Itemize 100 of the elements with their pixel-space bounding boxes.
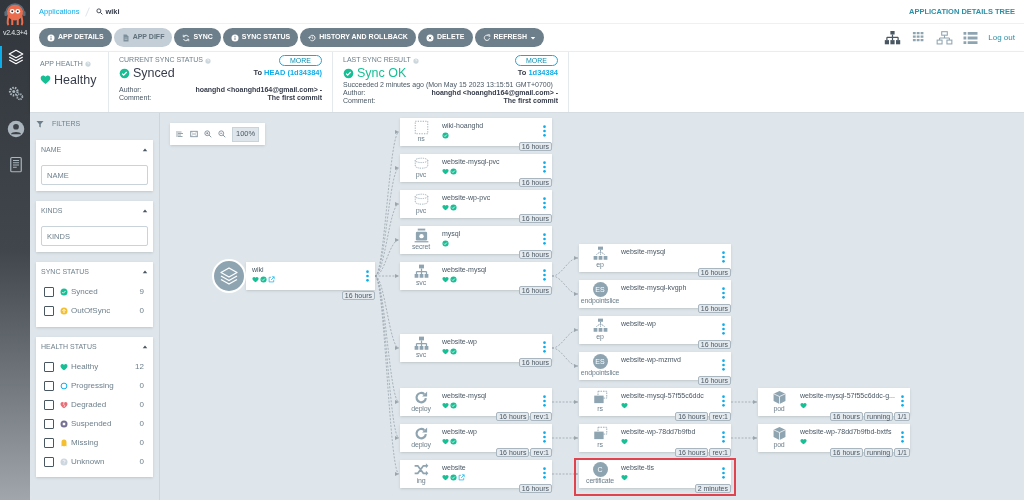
more-vertical-icon[interactable] [543,197,546,209]
sync-value: Synced [133,66,175,80]
option-count: 9 [139,286,144,298]
checkbox[interactable] [44,418,54,429]
option-count: 0 [139,455,144,468]
gears-icon [7,84,25,102]
cylinder-icon [413,156,429,171]
option-label: Degraded [71,398,108,411]
option-label: Missing [71,436,100,449]
info-icon [230,33,239,42]
more-vertical-icon[interactable] [722,251,725,263]
more-vertical-icon[interactable] [722,359,725,371]
question-circle-icon [60,457,68,466]
more-vertical-icon[interactable] [543,467,546,479]
arrow-circle-icon [60,307,68,315]
more-vertical-icon[interactable] [722,467,725,479]
sync-icon [182,33,191,42]
dashed-square-icon [413,120,429,135]
shuffle-icon [413,462,429,477]
external-link-icon[interactable] [458,474,465,481]
heart-icon [60,362,68,371]
checkbox[interactable] [44,380,54,391]
checkbox[interactable] [44,361,54,372]
more-vertical-icon[interactable] [543,341,546,353]
network-view-icon[interactable] [936,30,954,45]
help-icon [205,57,211,64]
broken-heart-icon [60,400,68,409]
heart-icon [40,74,51,86]
refresh-icon [482,33,491,42]
health-value: Healthy [54,71,97,89]
option-count: 12 [135,360,144,373]
help-icon [412,57,419,64]
logout-link[interactable]: Log out [988,31,1015,44]
more-vertical-icon[interactable] [543,269,546,281]
app-layers-icon [212,259,246,293]
more-vertical-icon[interactable] [543,125,546,137]
option-count: 0 [139,379,144,392]
option-label: Healthy [71,360,100,373]
option-count: 0 [139,436,144,449]
cube-icon [771,426,787,441]
zoom-in-icon[interactable] [204,130,212,138]
fit-screen-icon[interactable] [190,130,198,138]
option-label: Unknown [71,455,106,468]
octopus-logo[interactable] [4,3,26,27]
x-circle-icon [425,33,434,42]
hierarchy-arrows-icon [592,318,608,333]
stacked-boxes-icon [592,426,608,441]
external-link-icon[interactable] [268,276,275,283]
sync-value: Sync OK [357,66,407,80]
hierarchy-arrows-icon [592,246,608,261]
more-vertical-icon[interactable] [543,233,546,245]
more-vertical-icon[interactable] [366,270,369,282]
option-label: Synced [71,286,99,298]
document-icon [7,156,25,174]
file-icon [121,33,130,42]
ghost-icon [60,438,68,447]
caret-up-icon[interactable] [142,343,148,350]
user-icon [7,120,25,138]
cylinder-icon [413,192,429,207]
checkbox[interactable] [44,456,54,467]
option-label: Suspended [71,417,113,430]
stacked-boxes-icon [592,390,608,405]
more-vertical-icon[interactable] [722,287,725,299]
more-vertical-icon[interactable] [722,323,725,335]
check-circle-icon [60,288,68,296]
caret-down-icon [529,34,536,41]
checkbox[interactable] [44,437,54,448]
circular-arrow-icon [413,426,429,441]
info-icon [47,33,55,42]
pause-circle-icon [60,419,68,428]
slash-icon [85,5,91,18]
checkbox[interactable] [44,399,54,410]
checkbox[interactable] [44,306,54,316]
caret-up-icon[interactable] [142,208,148,215]
tree-view-icon[interactable] [884,30,902,45]
align-left-icon[interactable] [176,130,184,138]
search-icon [96,8,104,15]
help-icon [84,61,91,68]
option-label: Progressing [71,379,115,392]
more-vertical-icon[interactable] [722,395,725,407]
more-vertical-icon[interactable] [901,395,904,407]
layers-icon [7,48,25,66]
more-vertical-icon[interactable] [722,431,725,443]
more-vertical-icon[interactable] [543,161,546,173]
safe-icon [413,228,429,243]
option-count: 0 [139,398,144,411]
more-vertical-icon[interactable] [901,431,904,443]
option-label: OutOfSync [71,305,112,317]
more-vertical-icon[interactable] [543,395,546,407]
checkbox[interactable] [44,287,54,297]
filter-icon [36,120,44,128]
hierarchy-icon [413,264,429,279]
caret-up-icon[interactable] [142,269,148,276]
more-vertical-icon[interactable] [543,431,546,443]
option-count: 0 [139,417,144,430]
caret-up-icon[interactable] [142,147,148,154]
list-view-icon[interactable] [962,30,980,45]
zoom-out-icon[interactable] [218,130,226,138]
cube-icon [771,390,787,405]
option-count: 0 [139,305,144,317]
